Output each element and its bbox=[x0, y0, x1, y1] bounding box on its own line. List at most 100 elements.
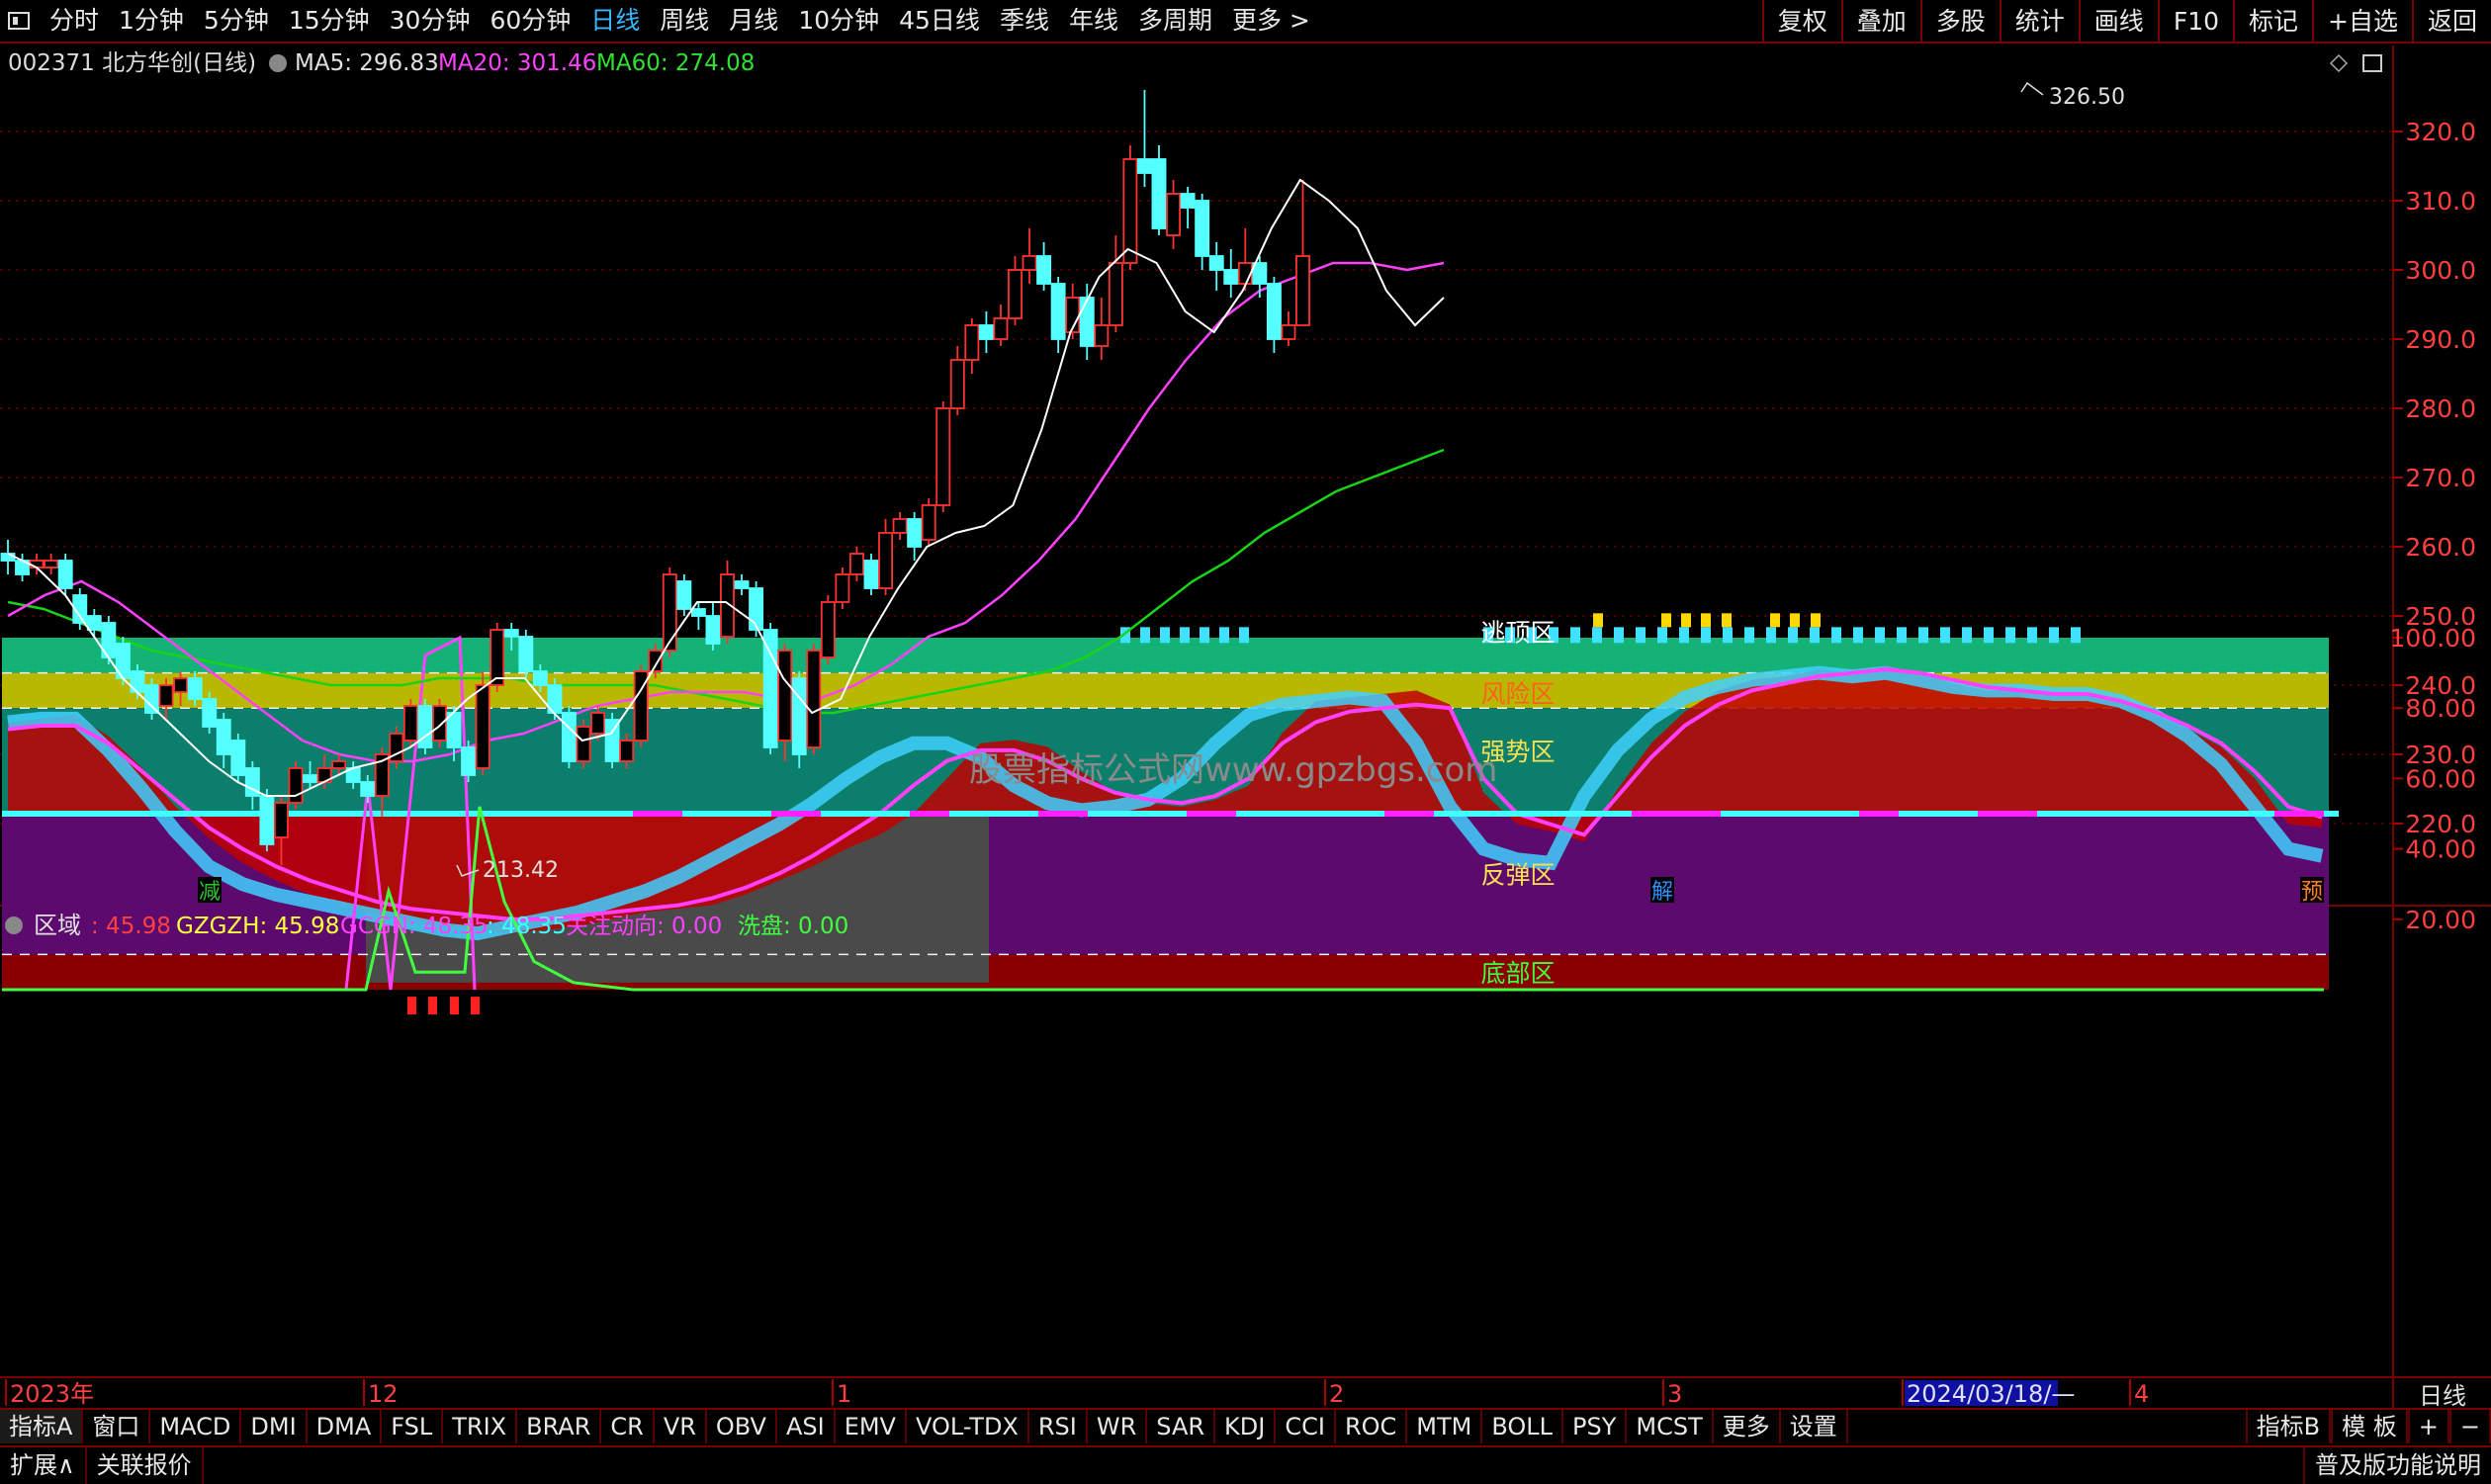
period-tab-13[interactable]: 多周期 bbox=[1128, 0, 1222, 43]
period-tab-0[interactable]: 分时 bbox=[40, 0, 109, 43]
toolbar-button-6[interactable]: 标记 bbox=[2233, 0, 2312, 44]
signal-square bbox=[1636, 627, 1646, 644]
indicator-tab-9[interactable]: VR bbox=[655, 1410, 707, 1443]
sub-tick-label: 100.00 bbox=[2390, 624, 2476, 653]
panel-icon bbox=[2362, 54, 2382, 72]
toolbar-button-2[interactable]: 多股 bbox=[1919, 0, 2000, 44]
chart-area[interactable]: 320.0310.0300.0290.0280.0270.0260.0250.0… bbox=[0, 45, 2491, 1408]
signal-square bbox=[1701, 627, 1711, 644]
price-tick-label: 310.0 bbox=[2405, 187, 2476, 216]
indicator-tab-24[interactable]: 更多 bbox=[1714, 1410, 1781, 1443]
marker-2: 预 bbox=[2301, 880, 2323, 905]
candle-body bbox=[288, 767, 304, 804]
toolbar-button-5[interactable]: F10 bbox=[2157, 0, 2233, 44]
candle-body bbox=[432, 705, 447, 742]
period-indicator: 日线 bbox=[2419, 1382, 2466, 1408]
period-tab-6[interactable]: 日线 bbox=[580, 0, 650, 43]
signal-square bbox=[2005, 627, 2015, 644]
window-menu-icon[interactable] bbox=[8, 12, 30, 30]
indicator-tab-1[interactable]: 窗口 bbox=[83, 1410, 151, 1443]
bottom-signal bbox=[428, 997, 437, 1015]
toolbar-button-0[interactable]: 复权 bbox=[1761, 0, 1841, 44]
period-tab-3[interactable]: 15分钟 bbox=[279, 0, 380, 43]
indicator-tab-3[interactable]: DMI bbox=[241, 1410, 308, 1443]
indicator-right-button-2[interactable]: + bbox=[2407, 1410, 2449, 1443]
candle-body bbox=[690, 608, 706, 617]
related-quote-button[interactable]: 关联报价 bbox=[87, 1447, 204, 1484]
indicator-tab-8[interactable]: CR bbox=[601, 1410, 655, 1443]
candle-body bbox=[518, 636, 534, 672]
candle-body bbox=[532, 670, 548, 686]
indicator-tab-5[interactable]: FSL bbox=[382, 1410, 444, 1443]
signal-square bbox=[1766, 627, 1776, 644]
toolbar-button-8[interactable]: 返回 bbox=[2411, 0, 2491, 44]
indicator-tab-14[interactable]: RSI bbox=[1029, 1410, 1088, 1443]
indicator-tab-17[interactable]: KDJ bbox=[1215, 1410, 1277, 1443]
indicator-tab-7[interactable]: BRAR bbox=[517, 1410, 602, 1443]
candle-body bbox=[1079, 297, 1095, 347]
signal-square bbox=[2049, 627, 2059, 644]
indicator-right-button-3[interactable]: − bbox=[2448, 1410, 2491, 1443]
period-tab-14[interactable]: 更多 > bbox=[1222, 0, 1320, 43]
indicator-tab-22[interactable]: PSY bbox=[1563, 1410, 1628, 1443]
period-tab-4[interactable]: 30分钟 bbox=[380, 0, 481, 43]
candle-body bbox=[1108, 262, 1123, 326]
period-tab-8[interactable]: 月线 bbox=[719, 0, 788, 43]
candle-body bbox=[921, 504, 936, 541]
date-label-5: 2024/03/18/— bbox=[1907, 1380, 2075, 1408]
toolbar-button-4[interactable]: 画线 bbox=[2078, 0, 2158, 44]
price-tick-label: 320.0 bbox=[2405, 118, 2476, 146]
escape-top-zone bbox=[2, 638, 2329, 673]
indicator-tab-25[interactable]: 设置 bbox=[1781, 1410, 1848, 1443]
period-tab-2[interactable]: 5分钟 bbox=[194, 0, 279, 43]
period-tab-12[interactable]: 年线 bbox=[1059, 0, 1128, 43]
indicator-tabs-right: 指标B 模 板 + − bbox=[2245, 1410, 2491, 1443]
indicator-tab-16[interactable]: SAR bbox=[1147, 1410, 1216, 1443]
signal-square bbox=[1200, 627, 1209, 644]
toolbar-button-7[interactable]: +自选 bbox=[2312, 0, 2412, 44]
indicator-right-button-1[interactable]: 模 板 bbox=[2331, 1410, 2408, 1443]
period-tab-5[interactable]: 60分钟 bbox=[480, 0, 580, 43]
indicator-tab-0[interactable]: 指标A bbox=[0, 1410, 84, 1443]
signal-square bbox=[1810, 627, 1820, 644]
indicator-tab-23[interactable]: MCST bbox=[1627, 1410, 1714, 1443]
ma5-label: MA5: 296.83 bbox=[295, 50, 439, 76]
sub-tick-label: 80.00 bbox=[2405, 694, 2476, 723]
ma-toggle-icon bbox=[269, 54, 287, 72]
indicator-tab-18[interactable]: CCI bbox=[1276, 1410, 1336, 1443]
signal-square-yellow bbox=[1681, 613, 1691, 628]
candle-body bbox=[1223, 269, 1239, 285]
candle-body bbox=[949, 359, 965, 409]
period-tab-1[interactable]: 1分钟 bbox=[109, 0, 194, 43]
indicator-tab-20[interactable]: MTM bbox=[1407, 1410, 1483, 1443]
indicator-tab-11[interactable]: ASI bbox=[777, 1410, 836, 1443]
candle-body bbox=[360, 781, 376, 797]
indicator-tab-13[interactable]: VOL-TDX bbox=[907, 1410, 1029, 1443]
period-tab-7[interactable]: 周线 bbox=[650, 0, 719, 43]
expand-button[interactable]: 扩展∧ bbox=[0, 1447, 87, 1484]
indicator-right-button-0[interactable]: 指标B bbox=[2245, 1410, 2332, 1443]
signal-square bbox=[2071, 627, 2081, 644]
indicator-tab-4[interactable]: DMA bbox=[308, 1410, 383, 1443]
signal-square bbox=[1679, 627, 1689, 644]
indicator-tab-10[interactable]: OBV bbox=[707, 1410, 777, 1443]
indicator-tab-19[interactable]: ROC bbox=[1336, 1410, 1408, 1443]
version-help-link[interactable]: 普及版功能说明 bbox=[2303, 1447, 2491, 1484]
candle-body bbox=[1122, 158, 1138, 264]
indicator-tab-list: 指标A 窗口 MACD DMI DMA FSL TRIX BRAR CR VR OBV ASI EMV V… bbox=[0, 1410, 1848, 1443]
zone-label-4: 底部区 bbox=[1480, 959, 1555, 988]
sub-tick-label: 40.00 bbox=[2405, 835, 2476, 864]
indicator-tab-12[interactable]: EMV bbox=[836, 1410, 907, 1443]
toolbar-button-1[interactable]: 叠加 bbox=[1840, 0, 1920, 44]
indicator-tab-2[interactable]: MACD bbox=[150, 1410, 242, 1443]
toolbar-button-3[interactable]: 统计 bbox=[1999, 0, 2079, 44]
indicator-tab-6[interactable]: TRIX bbox=[443, 1410, 518, 1443]
period-tab-11[interactable]: 季线 bbox=[990, 0, 1059, 43]
period-tab-10[interactable]: 45日线 bbox=[889, 0, 990, 43]
indicator-tab-15[interactable]: WR bbox=[1088, 1410, 1148, 1443]
candle-body bbox=[619, 740, 635, 762]
candle-body bbox=[1022, 255, 1037, 271]
indicator-tab-21[interactable]: BOLL bbox=[1482, 1410, 1564, 1443]
ma20-label: MA20: 301.46 bbox=[438, 50, 596, 76]
period-tab-9[interactable]: 10分钟 bbox=[788, 0, 889, 43]
